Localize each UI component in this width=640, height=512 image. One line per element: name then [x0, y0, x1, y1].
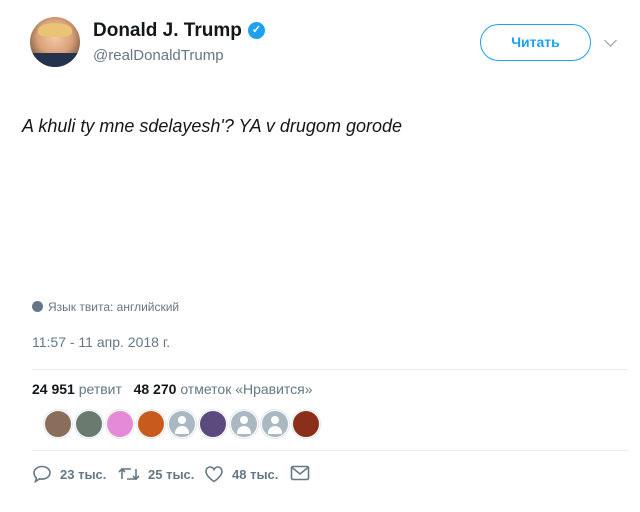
reply-icon: [33, 465, 51, 484]
follow-button[interactable]: Читать: [480, 24, 591, 61]
avatar-suit: [30, 53, 80, 67]
globe-icon: [32, 301, 43, 312]
tweet-language: Язык твита: английский: [32, 300, 179, 314]
liker-avatar[interactable]: [44, 410, 72, 438]
retweet-action[interactable]: 25 тыс.: [118, 465, 194, 483]
liker-avatar[interactable]: [75, 410, 103, 438]
divider: [32, 450, 628, 451]
verified-badge-icon: ✓: [248, 22, 265, 39]
liker-avatar[interactable]: [106, 410, 134, 438]
likes-label[interactable]: отметок «Нравится»: [180, 381, 312, 397]
user-handle[interactable]: @realDonaldTrump: [93, 47, 224, 64]
liker-avatar[interactable]: [199, 410, 227, 438]
divider: [32, 369, 628, 370]
tweet-timestamp[interactable]: 11:57 - 11 апр. 2018 г.: [32, 334, 170, 350]
retweets-label[interactable]: ретвит: [79, 381, 122, 397]
display-name[interactable]: Donald J. Trump: [93, 20, 242, 42]
chevron-down-icon[interactable]: [604, 34, 617, 47]
likes-count[interactable]: 48 270: [134, 381, 177, 397]
reply-count: 23 тыс.: [60, 467, 107, 482]
liker-avatar[interactable]: [230, 410, 258, 438]
tweet-language-label: Язык твита: английский: [48, 300, 180, 314]
retweets-count[interactable]: 24 951: [32, 381, 75, 397]
profile-avatar[interactable]: [30, 17, 80, 67]
retweet-count: 25 тыс.: [148, 467, 195, 482]
tweet-stats: 24 951 ретвит 48 270 отметок «Нравится»: [32, 381, 313, 397]
tweet-text: A khuli ty mne sdelayesh'? YA v drugom g…: [22, 116, 402, 136]
like-count: 48 тыс.: [232, 467, 279, 482]
like-action[interactable]: 48 тыс.: [204, 465, 278, 483]
liker-avatar[interactable]: [261, 410, 289, 438]
liker-avatar[interactable]: [137, 410, 165, 438]
avatar-hair: [38, 23, 72, 37]
heart-icon: [205, 466, 223, 483]
retweet-icon: [118, 467, 140, 481]
envelope-icon: [290, 465, 310, 481]
reply-action[interactable]: 23 тыс.: [32, 465, 107, 484]
liker-avatar[interactable]: [292, 410, 320, 438]
direct-message-action[interactable]: [290, 465, 318, 481]
liker-avatar[interactable]: [168, 410, 196, 438]
